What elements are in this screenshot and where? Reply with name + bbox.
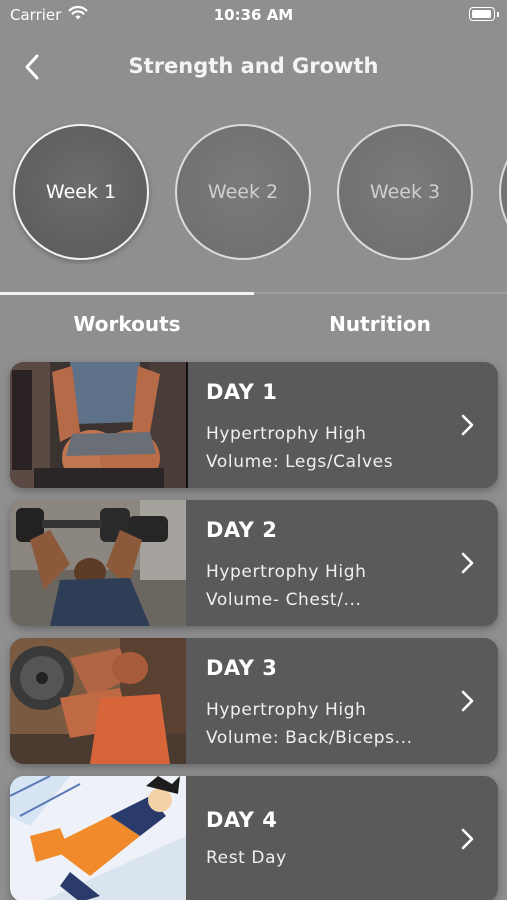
week-selector: Week 1 Week 2 Week 3 (0, 124, 507, 264)
bicep-curl-photo (10, 638, 186, 764)
week-1-button[interactable]: Week 1 (13, 124, 149, 260)
battery-icon (469, 7, 499, 21)
status-bar: Carrier 10:36 AM (0, 0, 507, 30)
description-line: Hypertrophy High (206, 562, 367, 582)
chevron-right-icon (461, 552, 474, 574)
day-card[interactable]: DAY 2 Hypertrophy High Volume- Chest/... (10, 500, 498, 626)
description-line: Hypertrophy High (206, 700, 367, 720)
tab-nutrition[interactable]: Nutrition (253, 312, 507, 336)
tab-indicator (0, 292, 254, 295)
day-description: Hypertrophy High Volume- Chest/... (206, 558, 446, 614)
day-card[interactable]: DAY 4 Rest Day (10, 776, 498, 900)
week-3-button[interactable]: Week 3 (337, 124, 473, 260)
day-label: DAY 1 (206, 380, 278, 404)
week-4-button-partial[interactable] (499, 124, 507, 260)
nav-bar: Strength and Growth (0, 40, 507, 94)
thumb-divider (186, 362, 188, 488)
day-description: Rest Day (206, 844, 446, 872)
day-label: DAY 3 (206, 656, 278, 680)
leg-workout-photo (10, 362, 186, 488)
chevron-right-icon (461, 414, 474, 436)
clock: 10:36 AM (213, 6, 294, 24)
description-line: Volume: Legs/Calves (206, 452, 394, 472)
day-description: Hypertrophy High Volume: Back/Biceps... (206, 696, 446, 752)
week-label: Week 3 (369, 181, 441, 203)
tab-workouts[interactable]: Workouts (0, 312, 254, 336)
description-line: Volume- Chest/... (206, 590, 362, 610)
anime-character-image (10, 776, 186, 900)
week-label: Week 1 (45, 181, 117, 203)
day-card[interactable]: DAY 1 Hypertrophy High Volume: Legs/Calv… (10, 362, 498, 488)
day-label: DAY 2 (206, 518, 278, 542)
bench-press-photo (10, 500, 186, 626)
day-card[interactable]: DAY 3 Hypertrophy High Volume: Back/Bice… (10, 638, 498, 764)
chevron-right-icon (461, 690, 474, 712)
page-title: Strength and Growth (128, 54, 379, 78)
day-description: Hypertrophy High Volume: Legs/Calves (206, 420, 446, 476)
description-line: Hypertrophy High (206, 424, 367, 444)
week-label: Week 2 (207, 181, 279, 203)
day-label: DAY 4 (206, 808, 278, 832)
chevron-right-icon (461, 828, 474, 850)
description-line: Rest Day (206, 848, 287, 868)
description-line: Volume: Back/Biceps... (206, 728, 413, 748)
week-2-button[interactable]: Week 2 (175, 124, 311, 260)
